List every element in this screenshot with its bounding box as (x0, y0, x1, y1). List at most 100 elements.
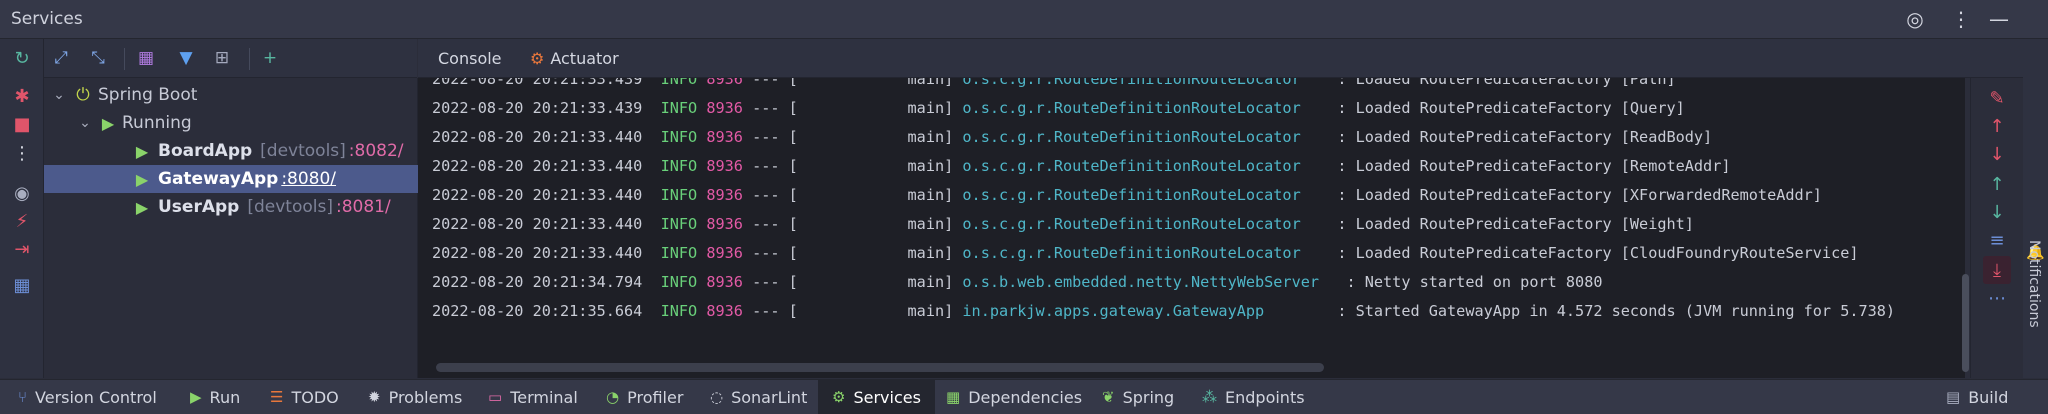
tool-run[interactable]: ▶ Run (190, 380, 240, 414)
console-tab-bar: Console ⚙ Actuator (418, 39, 2048, 78)
exit-icon[interactable]: ⇥ (8, 235, 36, 263)
log-logger: o.s.c.g.r.RouteDefinitionRouteLocator (962, 215, 1301, 233)
tool-dependencies[interactable]: ▦ Dependencies (946, 380, 1082, 414)
tool-endpoints[interactable]: ⁂ Endpoints (1202, 380, 1305, 414)
log-message: : Loaded RoutePredicateFactory [RemoteAd… (1337, 157, 1731, 175)
log-line: 2022-08-20 20:21:33.440 INFO 8936 --- [ … (432, 215, 1694, 241)
refresh-icon[interactable]: ↻ (8, 44, 36, 72)
app-port-link[interactable]: :8081/ (336, 197, 391, 217)
log-separator: --- [ (752, 78, 798, 88)
more-icon[interactable]: ⋮ (8, 139, 36, 167)
camera-icon[interactable]: ◉ (8, 179, 36, 207)
chevron-down-icon[interactable]: ⌄ (76, 115, 94, 131)
log-line: 2022-08-20 20:21:33.439 INFO 8936 --- [ … (432, 99, 1685, 125)
log-line: 2022-08-20 20:21:33.439 INFO 8936 --- [ … (432, 78, 1676, 96)
log-level: INFO (660, 244, 698, 262)
tool-profiler[interactable]: ◔ Profiler (606, 380, 683, 414)
up-arrow-icon[interactable]: ↑ (1983, 112, 2011, 140)
log-timestamp: 2022-08-20 20:21:33.440 (432, 215, 643, 233)
tool-spring[interactable]: ❦ Spring (1102, 380, 1174, 414)
stop-icon[interactable]: ■ (8, 110, 36, 138)
chevron-down-icon[interactable]: ⌄ (50, 87, 68, 103)
log-message: : Loaded RoutePredicateFactory [Query] (1337, 99, 1685, 117)
log-thread: main] (907, 186, 954, 204)
log-separator: --- [ (752, 186, 798, 204)
scroll-to-end-icon[interactable]: ⤓ (1983, 256, 2011, 284)
todo-icon: ☰ (270, 388, 284, 406)
log-message: : Started GatewayApp in 4.572 seconds (J… (1337, 302, 1896, 320)
app-name: BoardApp (158, 141, 253, 161)
log-pid: 8936 (706, 157, 743, 175)
layout-icon[interactable]: ▦ (8, 271, 36, 299)
log-separator: --- [ (752, 215, 798, 233)
notifications-label[interactable]: Notifications (2026, 240, 2042, 328)
tree-node-label: Running (122, 113, 192, 133)
log-line: 2022-08-20 20:21:34.794 INFO 8936 --- [ … (432, 273, 1602, 299)
tool-sonarlint[interactable]: ◌ SonarLint (710, 380, 807, 414)
tool-label: TODO (291, 387, 339, 407)
tool-problems[interactable]: ✹ Problems (368, 380, 462, 414)
log-pid: 8936 (706, 128, 743, 146)
group-by-icon[interactable]: ▦ (132, 44, 160, 72)
tree-node-label: Spring Boot (98, 85, 198, 105)
expand-all-icon[interactable]: ⤢ (47, 44, 75, 72)
build-icon: ▤ (1946, 388, 1961, 406)
log-thread: main] (907, 128, 954, 146)
tab-console[interactable]: Console (438, 39, 502, 77)
log-logger: o.s.c.g.r.RouteDefinitionRouteLocator (962, 78, 1301, 88)
log-message: : Loaded RoutePredicateFactory [XForward… (1337, 186, 1822, 204)
previous-occurrence-icon[interactable]: ↑ (1983, 170, 2011, 198)
minimize-icon[interactable]: — (1986, 6, 2012, 32)
tree-node-spring-boot[interactable]: ⌄ ⏻ Spring Boot (44, 81, 423, 109)
terminal-icon: ▭ (488, 388, 503, 406)
log-message: : Loaded RoutePredicateFactory [CloudFou… (1337, 244, 1859, 262)
target-icon[interactable]: ◎ (1902, 6, 1928, 32)
collapse-all-icon[interactable]: ⤡ (84, 44, 112, 72)
app-name: UserApp (158, 197, 240, 217)
tool-label: Version Control (35, 387, 157, 407)
run-icon: ▶ (135, 141, 149, 161)
panel-title: Services (11, 9, 83, 29)
run-icon: ▶ (101, 113, 115, 133)
down-arrow-icon[interactable]: ↓ (1983, 140, 2011, 168)
log-thread: main] (907, 273, 954, 291)
horizontal-scrollbar[interactable] (436, 363, 1324, 372)
tool-label: Problems (388, 387, 463, 407)
log-separator: --- [ (752, 128, 798, 146)
new-tab-icon[interactable]: ⊞ (208, 44, 236, 72)
tool-services[interactable]: ⚙ Services (818, 380, 935, 414)
vertical-scrollbar[interactable] (1962, 274, 1969, 372)
log-pid: 8936 (706, 99, 743, 117)
log-thread: main] (907, 302, 954, 320)
more-actions-icon[interactable]: ⋯ (1983, 284, 2011, 312)
clear-all-icon[interactable]: ✎ (1983, 84, 2011, 112)
tool-terminal[interactable]: ▭ Terminal (488, 380, 578, 414)
tool-label: Build (1968, 387, 2009, 407)
soft-wrap-icon[interactable]: ≡ (1983, 226, 2011, 254)
log-separator: --- [ (752, 302, 798, 320)
sonarlint-icon: ◌ (710, 388, 724, 406)
next-occurrence-icon[interactable]: ↓ (1983, 198, 2011, 226)
spring-leaf-icon: ❦ (1102, 388, 1115, 406)
plug-icon[interactable]: ⚡ (8, 207, 36, 235)
log-thread: main] (907, 215, 954, 233)
tool-label: Services (853, 387, 921, 407)
log-timestamp: 2022-08-20 20:21:33.440 (432, 244, 643, 262)
tool-label: Endpoints (1225, 387, 1305, 407)
tool-todo[interactable]: ☰ TODO (270, 380, 339, 414)
tree-node-running[interactable]: ⌄ ▶ Running (44, 109, 449, 137)
console-output[interactable]: 2022-08-20 20:21:33.439 INFO 8936 --- [ … (418, 78, 1965, 378)
tab-actuator[interactable]: ⚙ Actuator (530, 39, 619, 77)
log-message: : Loaded RoutePredicateFactory [Weight] (1337, 215, 1694, 233)
actuator-icon: ⚙ (530, 48, 545, 68)
more-options-icon[interactable]: ⋮ (1948, 6, 1974, 32)
add-service-icon[interactable]: + (256, 44, 284, 72)
filter-icon[interactable]: ▼ (172, 44, 200, 72)
toolbar-divider (249, 48, 250, 70)
tool-build[interactable]: ▤ Build (1946, 380, 2008, 414)
debug-icon[interactable]: ✱ (8, 82, 36, 110)
tool-version-control[interactable]: ⑂ Version Control (18, 380, 157, 414)
app-port-link[interactable]: :8082/ (349, 141, 404, 161)
log-timestamp: 2022-08-20 20:21:33.439 (432, 78, 643, 88)
app-port-link[interactable]: :8080/ (281, 169, 336, 189)
